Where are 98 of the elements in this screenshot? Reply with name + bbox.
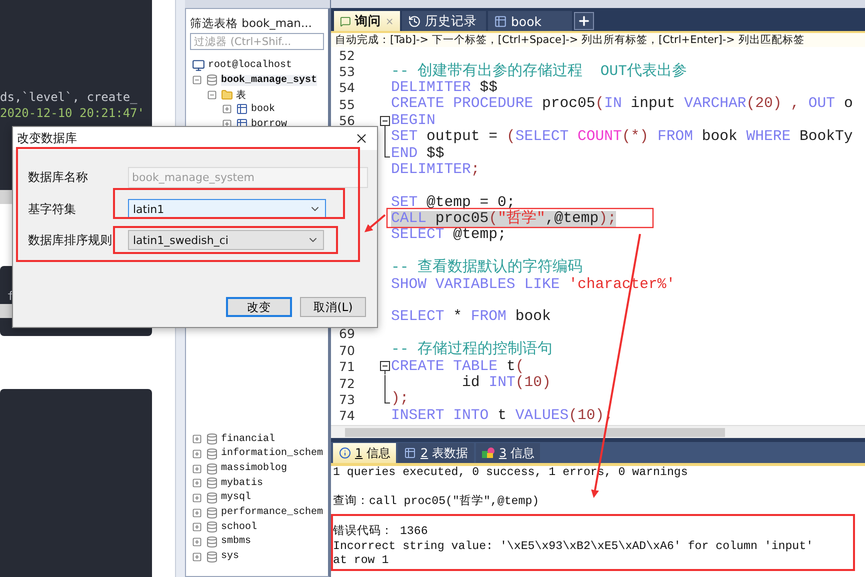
code-line: DELIMITER $$: [391, 80, 498, 96]
tree-item[interactable]: school: [221, 522, 258, 533]
tree-item[interactable]: information_schem: [221, 448, 324, 460]
message-text: 查询：call proc05("哲学",@temp): [333, 494, 540, 509]
database-icon: [206, 477, 218, 490]
expand-icon[interactable]: [192, 552, 202, 562]
tree-item[interactable]: financial: [221, 434, 276, 445]
dialog-button[interactable]: 取消(L): [300, 297, 366, 317]
tree-item[interactable]: book_manage_syst: [221, 74, 318, 86]
expand-icon[interactable]: [192, 464, 202, 474]
folder-icon: [221, 88, 233, 101]
code-line: -- 存储过程的控制语句: [391, 342, 553, 358]
database-icon: [206, 462, 218, 475]
tree-item[interactable]: performance_schem: [221, 507, 324, 518]
tree-item[interactable]: root@localhost: [208, 60, 292, 71]
line-number: 54: [338, 80, 356, 96]
table-icon: [236, 103, 248, 116]
message-text: at row 1: [333, 554, 390, 568]
autocomplete-hint: 自动完成：[Tab]-> 下一个标签，[Ctrl+Space]-> 列出所有标签，[Ctrl+Enter]-> 列出匹配标签: [331, 31, 865, 47]
line-number: 72: [338, 376, 356, 390]
code-line: id INT(10): [461, 375, 551, 391]
code-line: SET output = (SELECT COUNT(*) FROM book WHERE BookTy: [391, 129, 853, 146]
code-line: -- 创建带有出参的存储过程 OUT代表出参: [391, 64, 688, 80]
tree-item[interactable]: 表: [236, 88, 246, 102]
line-number: 69: [338, 326, 356, 342]
result-tab[interactable]: 3 信息: [476, 443, 540, 463]
tree-item[interactable]: mybatis: [221, 478, 264, 489]
filter-field[interactable]: 过滤器 (Ctrl+Shif...: [190, 33, 324, 50]
collapse-icon[interactable]: [207, 90, 217, 100]
code-line: CREATE PROCEDURE proc05(IN input VARCHAR(20) , OUT o: [391, 96, 853, 112]
dropdown[interactable]: latin1: [128, 199, 326, 219]
expand-icon[interactable]: [192, 448, 202, 459]
code-line: BEGIN: [391, 112, 436, 129]
table-icon: [494, 14, 507, 28]
editor-tab[interactable]: 询问: [334, 11, 400, 31]
info-icon: [339, 447, 351, 459]
tree-item[interactable]: book: [251, 104, 276, 115]
code-line: END $$: [391, 146, 444, 162]
query-icon: [340, 14, 351, 28]
dropdown[interactable]: latin1_swedish_ci: [128, 230, 324, 250]
code-line: );: [391, 391, 409, 408]
panel-title: 筛选表格 book_man...: [190, 15, 313, 31]
line-number: 56: [338, 113, 356, 128]
expand-icon[interactable]: [192, 522, 202, 532]
computer-icon: [192, 58, 205, 72]
collapse-icon[interactable]: [192, 75, 202, 86]
tree-item[interactable]: mysql: [221, 492, 252, 504]
table-icon: [404, 447, 416, 459]
fold-icon[interactable]: [380, 358, 390, 375]
database-icon: [206, 74, 218, 86]
tree-item[interactable]: massimoblog: [221, 463, 288, 474]
code-line: SET @temp = 0;: [391, 194, 516, 211]
tree-item[interactable]: sys: [221, 551, 240, 562]
code-line: CREATE TABLE t(: [391, 358, 524, 375]
code-text: ds,`level`, create_: [0, 89, 138, 105]
database-icon: [206, 448, 218, 460]
result-tab[interactable]: 2 表数据: [398, 443, 474, 463]
message-text: 错误代码： 1366: [333, 525, 429, 540]
plus-icon: [577, 14, 591, 28]
expand-icon[interactable]: [192, 508, 202, 518]
database-icon: [206, 550, 218, 563]
line-number: 52: [338, 48, 356, 63]
line-number: 71: [338, 359, 356, 374]
horizontal-scrollbar[interactable]: [331, 425, 865, 438]
tree-item[interactable]: borrow: [251, 118, 288, 130]
code-text: 2020-12-10 20:21:47': [0, 105, 146, 121]
line-number: 73: [338, 392, 356, 407]
dialog-title: 改变数据库: [17, 130, 77, 147]
line-number: 74: [338, 408, 356, 424]
tree-item[interactable]: smbms: [221, 536, 252, 548]
code-line: -- 查看数据默认的字符编码: [391, 260, 583, 276]
annotation-arrow: [364, 214, 386, 232]
field-label: 数据库排序规则: [28, 232, 113, 248]
dialog-button[interactable]: 改变: [226, 297, 292, 317]
shapes-icon: [482, 447, 495, 459]
expand-icon[interactable]: [192, 434, 202, 444]
code-line: SELECT @temp;: [391, 227, 506, 244]
database-icon: [206, 433, 218, 446]
expand-icon[interactable]: [222, 104, 232, 114]
expand-icon[interactable]: [192, 536, 202, 547]
line-number: 70: [338, 342, 356, 358]
result-tab[interactable]: 1 信息: [333, 443, 396, 463]
database-icon: [206, 521, 218, 534]
field-label: 数据库名称: [28, 169, 89, 186]
add-tab-button[interactable]: [574, 12, 594, 30]
editor-tab[interactable]: 历史记录: [402, 11, 486, 31]
database-icon: [206, 506, 218, 519]
line-number: 55: [338, 96, 356, 112]
line-number: 53: [338, 64, 356, 80]
code-line: DELIMITER;: [391, 162, 480, 178]
message-text: Incorrect string value: '\xE5\x93\xB2\xE5\xAD\xA6' for column 'input': [333, 540, 814, 554]
database-icon: [206, 536, 218, 548]
expand-icon[interactable]: [192, 478, 202, 488]
editor-tab[interactable]: book: [488, 11, 572, 31]
database-icon: [206, 492, 218, 504]
field-label: 基字符集: [28, 200, 77, 218]
expand-icon[interactable]: [192, 492, 202, 503]
code-line: SELECT * FROM book: [391, 309, 551, 326]
